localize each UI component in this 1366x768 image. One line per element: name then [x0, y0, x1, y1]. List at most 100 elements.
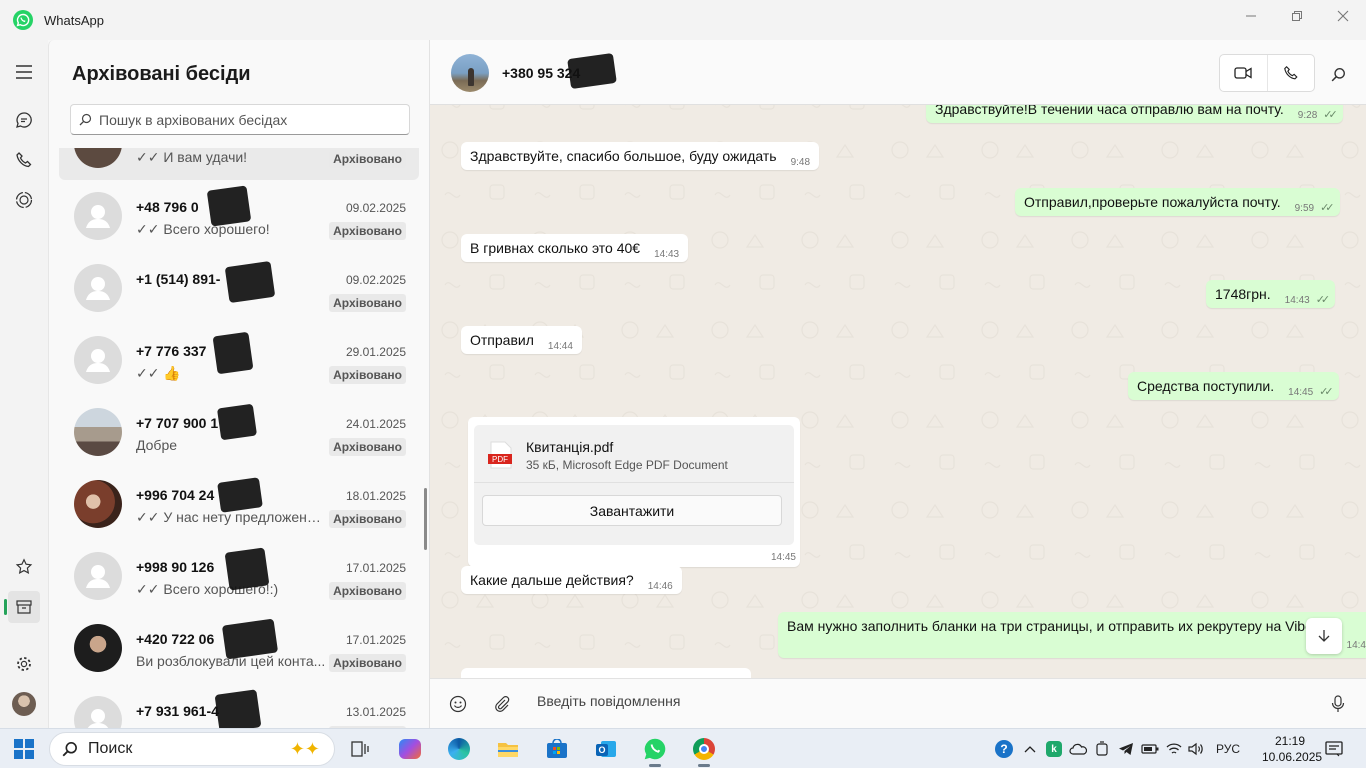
contact-avatar[interactable]	[451, 54, 489, 92]
search-highlight-icon: ✦✦	[289, 738, 320, 759]
chat-list: ✓✓ И вам удачи! Архівовано +48 796 0 09.02.…	[49, 148, 429, 728]
starred-icon[interactable]	[8, 551, 40, 583]
message-text: Здравствуйте!В течении часа отправлю вам…	[935, 105, 1284, 117]
message-input[interactable]	[537, 693, 1137, 709]
taskbar-search[interactable]: Поиск ✦✦	[49, 732, 335, 766]
message-bubble-out[interactable]: Средства поступили. 14:45 ✓✓	[1128, 372, 1339, 400]
taskbar-search-label: Поиск	[88, 740, 133, 757]
message-time: 14:4	[1346, 640, 1366, 651]
redaction-mark	[567, 52, 617, 90]
search-icon[interactable]	[1326, 62, 1350, 86]
chevron-up-icon[interactable]	[1020, 739, 1040, 759]
outlook-icon[interactable]: O	[590, 733, 622, 765]
wifi-icon[interactable]	[1164, 739, 1184, 759]
attach-icon[interactable]	[491, 693, 513, 715]
message-bubble-out[interactable]: Отправил,проверьте пожалуйста почту. 9:59…	[1015, 188, 1340, 216]
archived-icon[interactable]	[4, 591, 40, 623]
restore-icon[interactable]	[1274, 0, 1320, 32]
mic-icon[interactable]	[1327, 693, 1349, 715]
menu-icon[interactable]	[8, 56, 40, 88]
profile-avatar[interactable]	[8, 688, 40, 720]
title-bar: WhatsApp	[0, 0, 1366, 40]
chat-list-item[interactable]: +7 707 900 1 24.01.2025 Добре Архівовано	[59, 396, 419, 468]
message-bubble-out[interactable]: 1748грн. 14:43 ✓✓	[1206, 280, 1336, 308]
chat-date: 17.01.2025	[345, 561, 406, 575]
download-button[interactable]: Завантажити	[482, 495, 782, 526]
telegram-icon[interactable]	[1116, 739, 1136, 759]
chat-header[interactable]: +380 95 324	[430, 40, 1366, 105]
input-language[interactable]: РУС	[1216, 742, 1240, 756]
search-input[interactable]	[99, 111, 399, 128]
onedrive-icon[interactable]	[1068, 739, 1088, 759]
chat-list-item[interactable]: +48 796 0 09.02.2025 ✓✓ Всего хорошего! Арх…	[59, 180, 419, 252]
battery-icon[interactable]	[1140, 739, 1160, 759]
settings-icon[interactable]	[8, 648, 40, 680]
search-icon	[71, 113, 99, 126]
chat-list-scrollbar[interactable]	[424, 488, 427, 550]
redaction-mark	[214, 689, 262, 728]
file-explorer-icon[interactable]	[492, 733, 524, 765]
file-message[interactable]: PDF Квитанція.pdf 35 кБ, Microsoft Edge …	[468, 417, 800, 567]
store-icon[interactable]	[541, 733, 573, 765]
chat-list-item[interactable]: +998 90 126 17.01.2025 ✓✓ Всего хорошего!:…	[59, 540, 419, 612]
message-composer	[430, 678, 1366, 728]
clock[interactable]: 21:19 10.06.2025	[1262, 733, 1322, 765]
close-icon[interactable]	[1320, 0, 1366, 32]
chat-name: +7 707 900 1	[136, 415, 219, 431]
message-text: Отправил	[470, 332, 534, 348]
chat-list-item[interactable]: +1 (514) 891- 09.02.2025 Архівовано	[59, 252, 419, 324]
minimize-icon[interactable]	[1228, 0, 1274, 32]
scroll-down-button[interactable]	[1306, 618, 1342, 654]
message-bubble-in[interactable]: В гривнах сколько это 40€ 14:43	[461, 234, 689, 262]
archived-badge: Архівовано	[329, 582, 406, 600]
volume-icon[interactable]	[1186, 739, 1206, 759]
chats-icon[interactable]	[8, 104, 40, 136]
kaspersky-icon[interactable]: k	[1044, 739, 1064, 759]
chat-list-item[interactable]: +7 776 337 29.01.2025 ✓✓ 👍 Архівовано	[59, 324, 419, 396]
file-meta: 35 кБ, Microsoft Edge PDF Document	[526, 458, 728, 472]
device-icon[interactable]	[1092, 739, 1112, 759]
chat-date: 13.01.2025	[345, 705, 406, 719]
chat-preview: ✓✓ И вам удачи!	[136, 149, 248, 165]
chat-list-item[interactable]: +420 722 06 17.01.2025 Ви розблокували цей…	[59, 612, 419, 684]
voice-call-icon[interactable]	[1266, 55, 1314, 91]
panel-title: Архівовані бесіди	[72, 63, 251, 85]
chat-name: +420 722 06	[136, 631, 215, 647]
copilot-icon[interactable]	[394, 733, 426, 765]
task-view-icon[interactable]	[344, 733, 376, 765]
calls-icon[interactable]	[8, 144, 40, 176]
message-bubble-in[interactable]: Здравствуйте, спасибо большое, буду ожид…	[461, 142, 820, 170]
archived-search[interactable]	[70, 104, 410, 135]
file-card[interactable]: PDF Квитанція.pdf 35 кБ, Microsoft Edge …	[474, 425, 794, 545]
windows-start-icon[interactable]	[14, 739, 34, 759]
video-call-icon[interactable]	[1220, 55, 1267, 91]
contact-avatar	[74, 480, 122, 528]
whatsapp-icon[interactable]	[639, 733, 671, 767]
contact-avatar	[74, 408, 122, 456]
chat-list-item[interactable]: +996 704 24 18.01.2025 ✓✓ У нас нету предл…	[59, 468, 419, 540]
read-receipt-icon: ✓✓	[1323, 109, 1338, 121]
message-bubble-in[interactable]: Какие дальше действия? 14:46	[461, 566, 682, 594]
emoji-icon[interactable]	[447, 693, 469, 715]
chat-date: 24.01.2025	[345, 417, 406, 431]
message-time: 14:45	[1288, 387, 1314, 398]
edge-icon[interactable]	[443, 733, 475, 765]
chat-name: +996 704 24	[136, 487, 215, 503]
chrome-icon[interactable]	[688, 733, 720, 767]
notification-icon[interactable]	[1324, 739, 1344, 759]
search-icon	[62, 741, 78, 757]
message-list: Здравствуйте!В течении часа отправлю вам…	[430, 105, 1366, 678]
message-bubble-out[interactable]: Здравствуйте!В течении часа отправлю вам…	[926, 105, 1343, 123]
svg-text:O: O	[598, 745, 605, 755]
chat-list-item[interactable]: +7 931 961-413.01.2025✓ Тема: Запрос о в…	[59, 684, 419, 728]
message-bubble-in[interactable]: Отправил 14:44	[461, 326, 582, 354]
pdf-file-icon: PDF	[488, 441, 514, 469]
help-icon[interactable]: ?	[994, 739, 1014, 759]
chat-list-item[interactable]: ✓✓ И вам удачи! Архівовано	[59, 148, 419, 180]
message-text: Вам нужно заполнить бланки на три страни…	[787, 618, 1313, 634]
status-icon[interactable]	[8, 184, 40, 216]
message-bubble-in[interactable]	[461, 668, 751, 678]
message-time: 14:43	[654, 249, 680, 260]
message-bubble-out[interactable]: Вам нужно заполнить бланки на три страни…	[778, 612, 1366, 658]
message-time: 9:48	[790, 157, 811, 168]
